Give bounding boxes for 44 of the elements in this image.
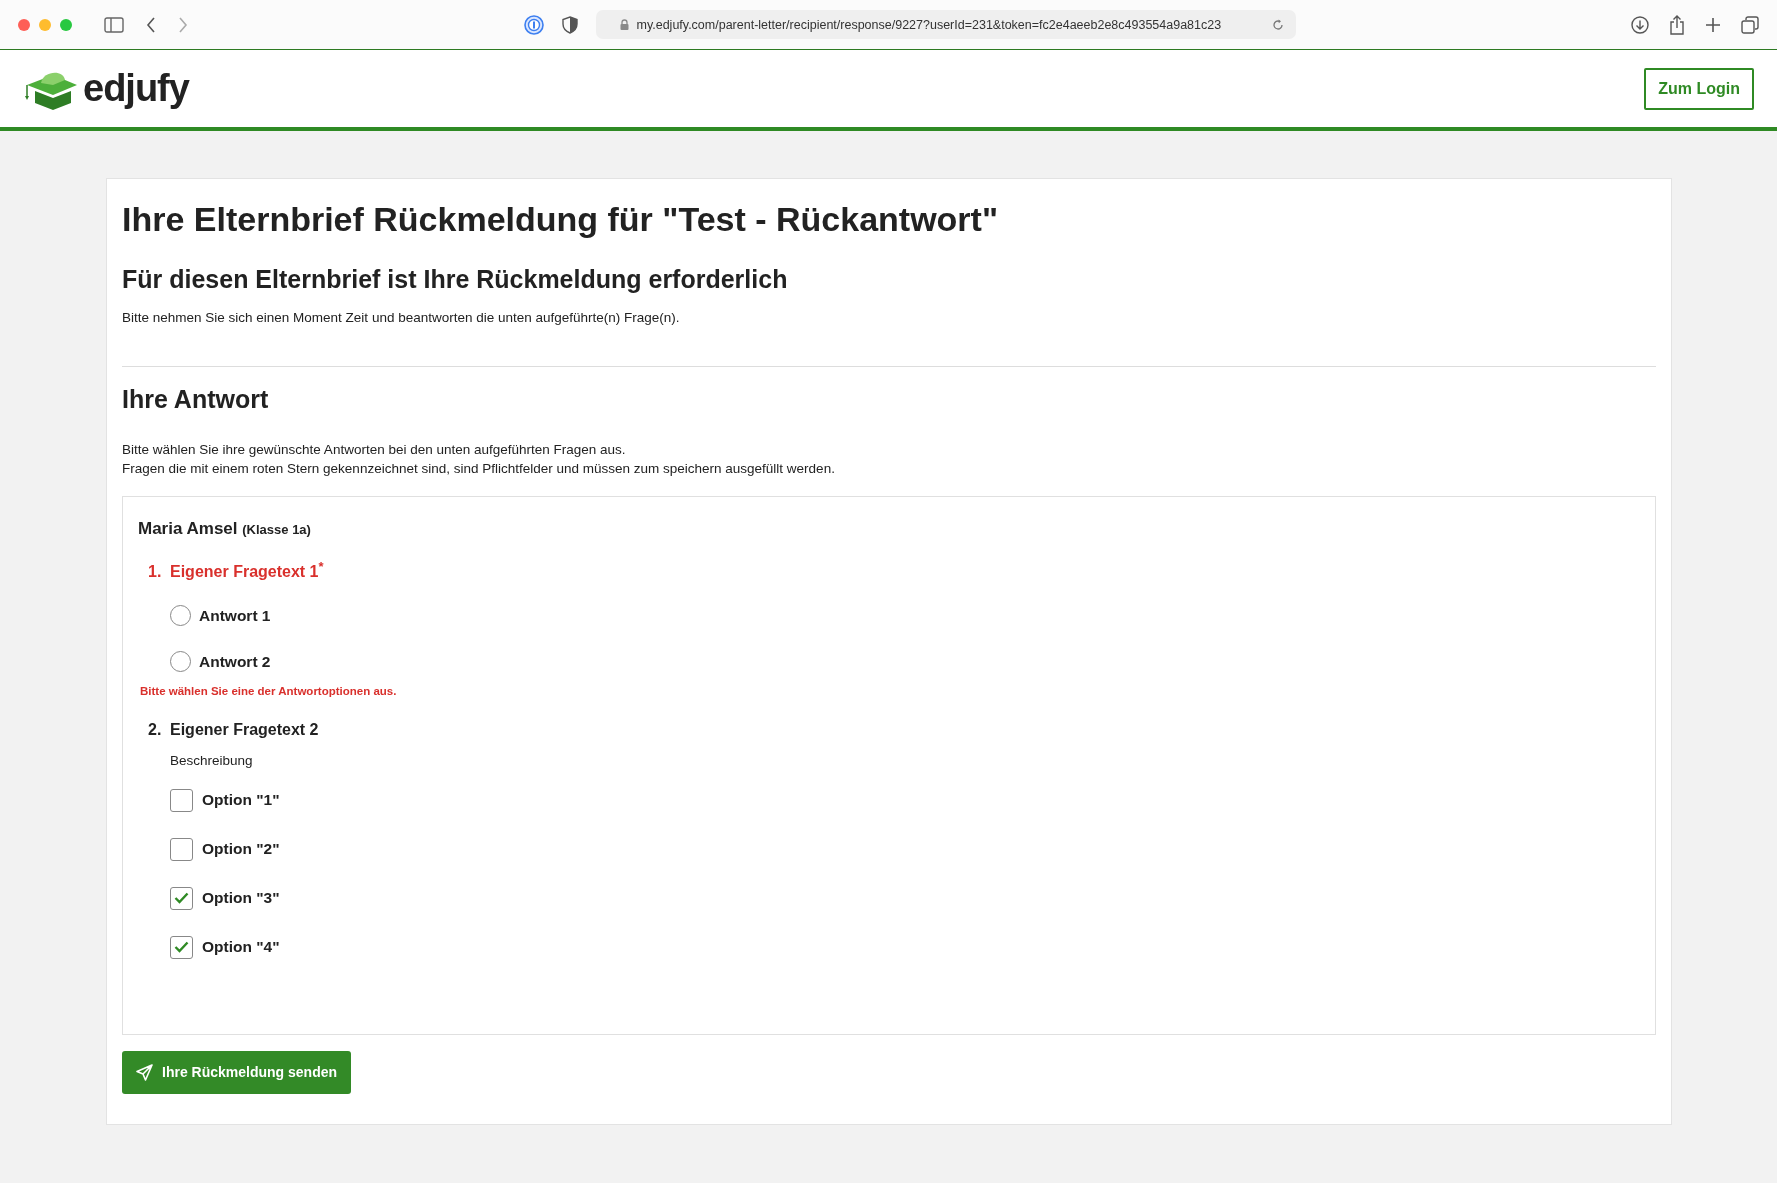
intro-text: Bitte nehmen Sie sich einen Moment Zeit und beantworten die unten aufgeführte(n) Frage(n). — [122, 308, 681, 327]
login-button[interactable]: Zum Login — [1644, 67, 1754, 110]
checkbox[interactable] — [170, 886, 193, 910]
instruction-text: Fragen die mit einem roten Stern gekennzeichnet sind, sind Pflichtfelder und müssen zum speichern ausgefüllt werden. — [122, 459, 836, 478]
option-label[interactable]: Antwort 2 — [199, 652, 271, 671]
radio-button[interactable] — [170, 605, 191, 627]
option-label[interactable]: Option "1" — [202, 791, 280, 810]
checkbox[interactable] — [170, 788, 193, 812]
checkmark-icon — [174, 892, 189, 905]
checkbox[interactable] — [170, 837, 193, 861]
option-label[interactable]: Antwort 1 — [199, 606, 271, 625]
page-title: Ihre Elternbrief Rückmeldung für "Test - Rückantwort" — [122, 199, 1000, 240]
close-window-button[interactable] — [18, 18, 30, 31]
instruction-text: Bitte wählen Sie ihre gewünschte Antworten bei den unten aufgeführten Fragen aus. — [122, 440, 627, 459]
shield-icon[interactable] — [561, 15, 578, 34]
password-manager-icon[interactable] — [523, 14, 544, 35]
lock-icon — [619, 19, 629, 30]
option-label[interactable]: Option "4" — [202, 938, 280, 957]
tabs-overview-icon[interactable] — [1741, 15, 1759, 34]
address-bar[interactable]: my.edjufy.com/parent-letter/recipient/response/9227?userId=231&token=fc2e4aeeb2e8c493554a9a81c23 — [595, 10, 1296, 39]
question-description: Beschreibung — [170, 751, 254, 770]
option-label[interactable]: Option "3" — [202, 889, 280, 908]
option-label[interactable]: Option "2" — [202, 840, 280, 859]
send-response-button[interactable]: Ihre Rückmeldung senden — [122, 1050, 352, 1094]
checkmark-icon — [174, 941, 189, 954]
checkbox[interactable] — [170, 935, 193, 959]
question-title: 2. Eigener Fragetext 2 — [148, 720, 320, 739]
back-icon[interactable] — [146, 16, 156, 33]
url-text: my.edjufy.com/parent-letter/recipient/response/9227?userId=231&token=fc2e4aeeb2e8c493554a9a81c23 — [636, 17, 1223, 32]
logo-wordmark: edjufy — [83, 67, 189, 110]
section-heading: Ihre Antwort — [122, 383, 270, 414]
reload-icon[interactable] — [1271, 18, 1284, 31]
radio-button[interactable] — [170, 651, 191, 673]
maximize-window-button[interactable] — [60, 18, 72, 31]
sidebar-icon[interactable] — [104, 16, 124, 33]
student-name: Maria Amsel (Klasse 1a) — [138, 518, 312, 539]
download-icon[interactable] — [1631, 15, 1649, 34]
share-icon[interactable] — [1669, 14, 1685, 35]
paper-plane-icon — [136, 1063, 153, 1081]
forward-icon[interactable] — [178, 16, 188, 33]
question-title: 1. Eigener Fragetext 1$^{*}$ — [148, 562, 325, 581]
new-tab-icon[interactable] — [1705, 16, 1721, 33]
section-heading: Für diesen Elternbrief ist Ihre Rückmeldung erforderlich — [122, 263, 789, 294]
error-message: Bitte wählen Sie eine der Antwortoptionen aus. — [140, 684, 398, 697]
